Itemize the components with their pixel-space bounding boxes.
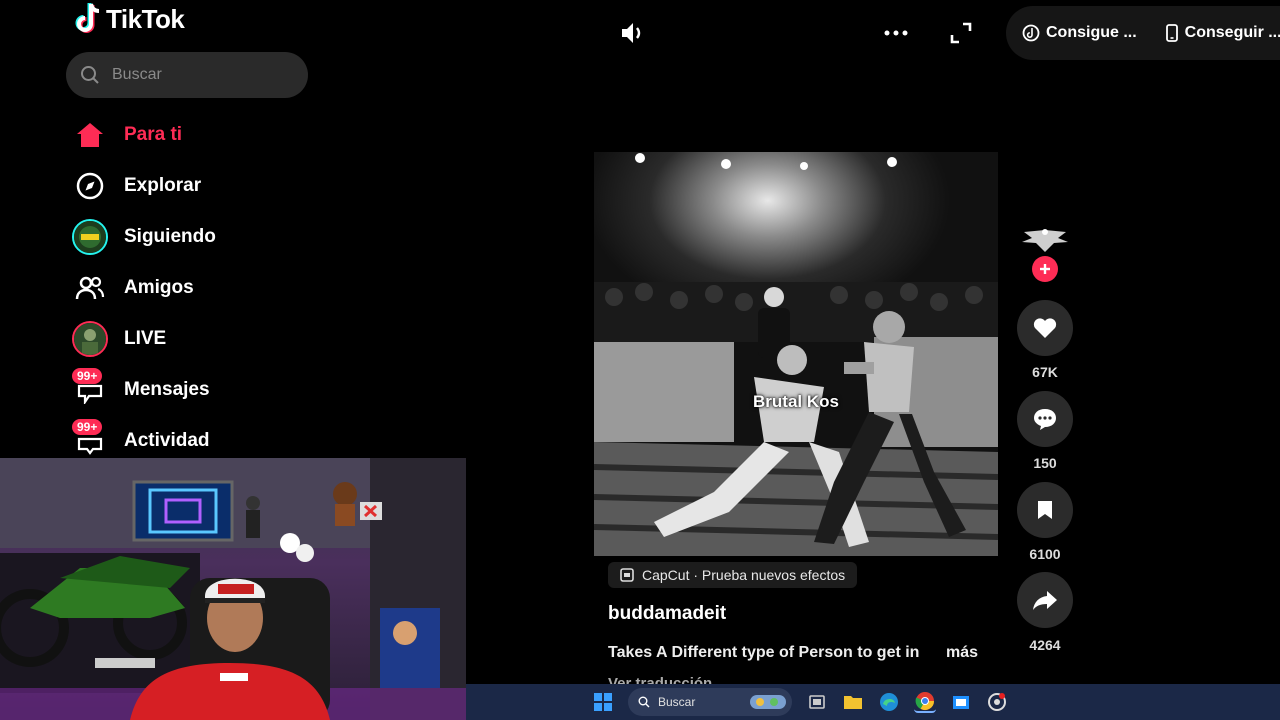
following-avatar-icon — [70, 217, 110, 257]
activity-badge: 99+ — [72, 419, 103, 435]
nav-item-explorar[interactable]: Explorar — [70, 165, 201, 207]
edge-browser-button[interactable] — [878, 691, 900, 713]
get-coins-label: Consigue ... — [1046, 24, 1137, 41]
comment-button[interactable] — [1017, 391, 1073, 447]
streamer-webcam-overlay — [0, 458, 466, 720]
video-author-username[interactable]: buddamadeit — [608, 603, 726, 625]
more-options-button[interactable] — [880, 17, 912, 49]
phone-icon — [1165, 24, 1178, 42]
search-bar[interactable] — [66, 52, 308, 98]
comment-icon — [1034, 409, 1056, 430]
friends-icon — [70, 268, 110, 308]
video-player[interactable]: Brutal Kos — [594, 152, 998, 556]
heart-icon — [1033, 318, 1057, 338]
record-icon — [988, 693, 1006, 711]
nav-label: LIVE — [124, 328, 167, 349]
bookmark-icon — [1038, 501, 1052, 519]
app-title: TikTok — [106, 3, 185, 34]
top-right-actions: Consigue ... Conseguir ... — [1006, 6, 1280, 60]
chrome-browser-button[interactable] — [914, 691, 936, 713]
home-icon — [70, 115, 110, 155]
nav-label: Explorar — [124, 175, 202, 196]
creator-avatar[interactable] — [1020, 222, 1070, 256]
windows-logo-icon — [594, 693, 612, 711]
volume-button[interactable] — [616, 17, 648, 49]
compass-icon — [70, 166, 110, 206]
see-more-link[interactable]: más — [946, 644, 978, 662]
fullscreen-button[interactable] — [945, 17, 977, 49]
store-icon — [953, 696, 969, 709]
video-caption-overlay: Brutal Kos — [753, 392, 839, 411]
chrome-icon — [915, 692, 934, 711]
windows-start-button[interactable] — [592, 691, 614, 713]
messages-icon: 99+ — [70, 368, 110, 410]
nav-label: Mensajes — [124, 379, 210, 400]
save-count: 6100 — [1029, 546, 1061, 562]
tiktok-logo[interactable]: TikTok — [74, 2, 185, 36]
folder-icon — [844, 696, 862, 709]
capcut-effect-tag[interactable]: CapCut · Prueba nuevos efectos — [608, 562, 858, 588]
windows-taskbar: Buscar — [466, 684, 1280, 720]
activity-icon: 99+ — [70, 419, 110, 461]
nav-item-siguiendo[interactable]: Siguiendo — [70, 216, 216, 258]
coin-icon — [1022, 24, 1040, 42]
nav-label: Siguiendo — [124, 226, 216, 247]
recording-app-button[interactable] — [986, 691, 1008, 713]
store-app-button[interactable] — [950, 691, 972, 713]
follow-button[interactable] — [1032, 256, 1058, 282]
fullscreen-icon — [950, 22, 972, 44]
eagle-logo-icon — [1022, 229, 1068, 252]
get-app-button[interactable]: Conseguir ... — [1165, 24, 1280, 42]
messages-badge: 99+ — [72, 368, 103, 384]
share-button[interactable] — [1017, 572, 1073, 628]
capcut-effect-label: CapCut · Prueba nuevos efectos — [642, 567, 846, 583]
search-highlight-icon — [750, 695, 786, 709]
get-coins-button[interactable]: Consigue ... — [1022, 24, 1137, 42]
nav-item-actividad[interactable]: 99+ Actividad — [70, 419, 210, 462]
like-count: 67K — [1032, 364, 1058, 380]
save-button[interactable] — [1017, 482, 1073, 538]
file-explorer-button[interactable] — [842, 691, 864, 713]
nav-item-para-ti[interactable]: Para ti — [70, 114, 182, 156]
search-input[interactable] — [112, 66, 282, 84]
task-view-icon — [809, 695, 825, 709]
nav-label: Para ti — [124, 124, 183, 145]
taskbar-search[interactable]: Buscar — [628, 688, 792, 716]
search-icon — [638, 696, 650, 708]
nav-item-amigos[interactable]: Amigos — [70, 267, 194, 309]
taskbar-search-label: Buscar — [658, 695, 696, 709]
tiktok-logo-icon — [75, 3, 100, 33]
video-frame-image — [594, 153, 998, 556]
capcut-icon — [620, 568, 634, 582]
plus-icon — [1040, 264, 1050, 274]
share-arrow-icon — [1033, 591, 1057, 610]
comment-count: 150 — [1033, 455, 1057, 471]
edge-icon — [880, 693, 898, 711]
more-horizontal-icon — [884, 30, 908, 36]
live-avatar-icon — [70, 319, 110, 359]
task-view-button[interactable] — [806, 691, 828, 713]
webcam-image — [0, 458, 466, 720]
nav-label: Amigos — [124, 277, 194, 298]
share-count: 4264 — [1029, 637, 1061, 653]
search-icon — [81, 66, 99, 84]
volume-icon — [622, 23, 641, 43]
nav-item-mensajes[interactable]: 99+ Mensajes — [70, 368, 210, 411]
nav-item-live[interactable]: LIVE — [70, 318, 166, 360]
get-app-label: Conseguir ... — [1184, 24, 1280, 41]
nav-label: Actividad — [124, 430, 210, 451]
video-description: Takes A Different type of Person to get … — [608, 644, 920, 661]
like-button[interactable] — [1017, 300, 1073, 356]
